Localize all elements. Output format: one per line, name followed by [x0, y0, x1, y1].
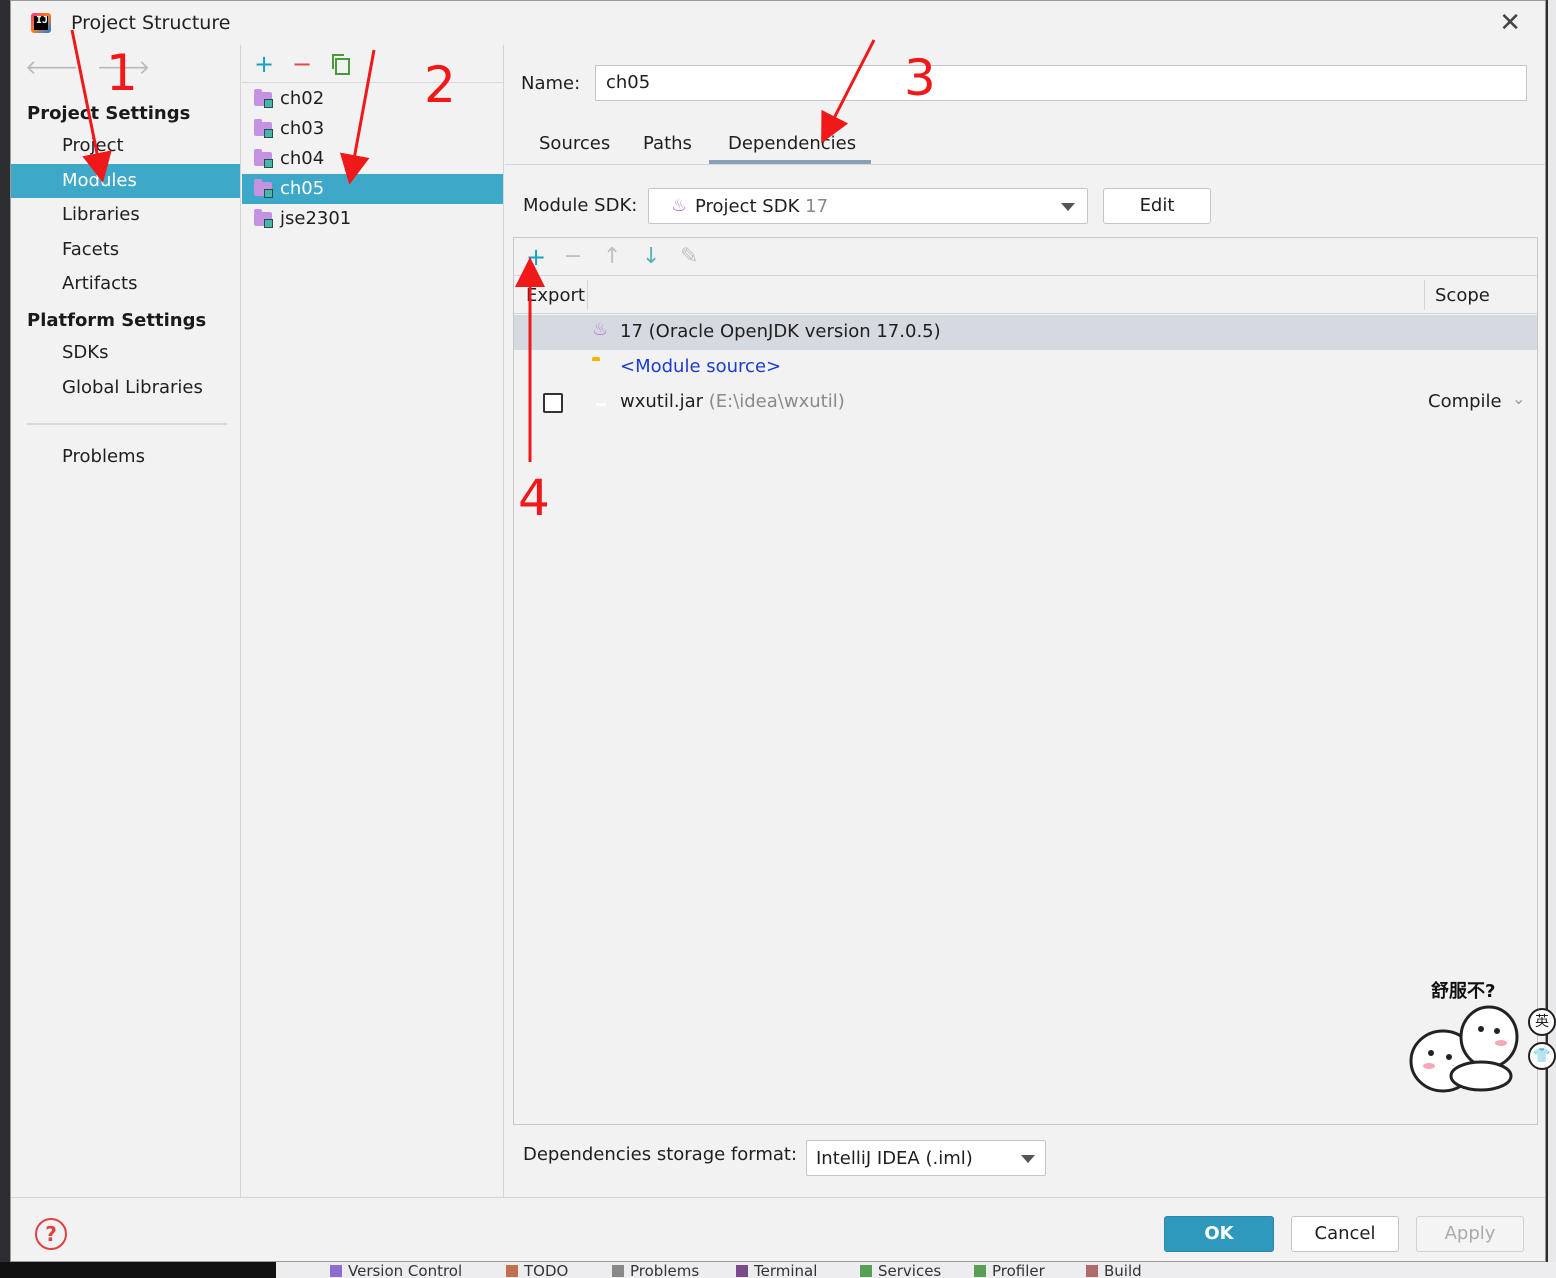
dependencies-table: + − ↑ ↓ ✎ Export Scope ♨ 17 (Oracle Open…	[513, 237, 1538, 1125]
nav-item-project[interactable]: Project	[11, 129, 240, 163]
dependency-row-jdk[interactable]: ♨ 17 (Oracle OpenJDK version 17.0.5)	[514, 315, 1537, 350]
module-sdk-dropdown[interactable]: ♨ Project SDK 17	[648, 188, 1088, 224]
dialog-footer: ? OK Cancel Apply	[11, 1197, 1545, 1261]
nav-item-artifacts[interactable]: Artifacts	[11, 267, 240, 301]
export-checkbox[interactable]	[543, 393, 563, 413]
active-tab-indicator	[709, 160, 871, 164]
module-folder-icon	[254, 209, 273, 228]
copy-module-icon[interactable]	[330, 52, 352, 81]
module-item-jse2301[interactable]: jse2301	[242, 204, 503, 234]
annotation-1: 1	[106, 44, 138, 102]
nav-history: 🡐 🡒	[25, 55, 168, 79]
nav-item-libraries[interactable]: Libraries	[11, 198, 240, 232]
toolwindow-services[interactable]: Services	[860, 1262, 941, 1278]
nav-item-sdks[interactable]: SDKs	[11, 336, 240, 370]
nav-item-problems[interactable]: Problems	[11, 440, 240, 474]
chevron-down-icon	[1061, 203, 1075, 211]
scope-column-header[interactable]: Scope	[1435, 285, 1490, 306]
back-arrow-icon[interactable]: 🡐	[25, 55, 79, 79]
tab-dependencies[interactable]: Dependencies	[728, 133, 856, 154]
nav-divider	[27, 423, 227, 425]
apply-button[interactable]: Apply	[1416, 1216, 1524, 1252]
sticker-image: 舒服不?	[1401, 971, 1551, 1101]
nav-item-facets[interactable]: Facets	[11, 233, 240, 267]
scope-dropdown[interactable]: Compile	[1428, 391, 1502, 412]
ok-button[interactable]: OK	[1164, 1216, 1274, 1252]
nav-item-global-libraries[interactable]: Global Libraries	[11, 371, 240, 405]
chevron-down-icon[interactable]: ⌄	[1512, 389, 1525, 408]
module-folder-icon	[254, 119, 273, 138]
edit-sdk-button[interactable]: Edit	[1103, 188, 1211, 224]
cancel-button[interactable]: Cancel	[1291, 1216, 1399, 1252]
java-cup-icon: ♨	[671, 195, 688, 216]
module-item-ch03[interactable]: ch03	[242, 114, 503, 144]
title-bar: IJ Project Structure ✕	[11, 1, 1545, 45]
annotation-2: 2	[424, 56, 456, 114]
move-down-icon[interactable]: ↓	[642, 244, 660, 270]
module-folder-icon	[254, 89, 273, 108]
tab-paths[interactable]: Paths	[643, 133, 692, 154]
module-item-ch05[interactable]: ch05	[242, 174, 503, 204]
toolwindow-profiler[interactable]: Profiler	[974, 1262, 1045, 1278]
tab-sources[interactable]: Sources	[539, 133, 610, 154]
ide-toolwindow-bar: Version Control TODO Problems Terminal S…	[276, 1262, 1556, 1278]
module-folder-icon	[254, 149, 273, 168]
project-settings-heading: Project Settings	[27, 103, 191, 124]
add-dependency-icon[interactable]: +	[526, 244, 546, 270]
toolwindow-problems[interactable]: Problems	[612, 1262, 699, 1278]
remove-dependency-icon[interactable]: −	[564, 244, 582, 270]
toolwindow-terminal[interactable]: Terminal	[736, 1262, 817, 1278]
dependencies-header: Export Scope	[514, 276, 1537, 314]
storage-format-dropdown[interactable]: IntelliJ IDEA (.iml)	[806, 1140, 1046, 1176]
dependencies-toolbar: + − ↑ ↓ ✎	[514, 238, 1537, 276]
module-sdk-version: 17	[805, 196, 829, 217]
storage-format-label: Dependencies storage format:	[523, 1144, 798, 1165]
export-column-header[interactable]: Export	[526, 285, 585, 306]
module-folder-icon	[254, 179, 273, 198]
platform-settings-heading: Platform Settings	[27, 310, 207, 331]
toolwindow-todo[interactable]: TODO	[506, 1262, 568, 1278]
annotation-4: 4	[518, 469, 550, 527]
toolwindow-version-control[interactable]: Version Control	[330, 1262, 462, 1278]
module-tabs: Sources Paths Dependencies	[505, 127, 1545, 165]
ide-left-strip	[0, 0, 10, 1278]
window-title: Project Structure	[71, 12, 231, 34]
project-structure-dialog: IJ Project Structure ✕ 🡐 🡒 Project Settin…	[10, 0, 1546, 1262]
remove-module-icon[interactable]: −	[292, 51, 312, 77]
toolwindow-build[interactable]: Build	[1086, 1262, 1142, 1278]
module-sdk-label: Module SDK:	[523, 195, 638, 216]
annotation-3: 3	[904, 49, 936, 107]
help-icon[interactable]: ?	[35, 1218, 67, 1250]
dependency-row-module-source[interactable]: <Module source>	[514, 350, 1537, 385]
module-sdk-value: Project SDK	[695, 196, 800, 217]
module-toolbar: + −	[242, 45, 503, 83]
jar-path: (E:\idea\wxutil)	[708, 391, 845, 412]
module-name-input[interactable]: ch05	[595, 65, 1527, 101]
jar-name: wxutil.jar	[620, 391, 703, 412]
module-item-ch02[interactable]: ch02	[242, 84, 503, 114]
module-list-panel: + − ch02 ch03 ch04 ch05 jse2301	[242, 45, 504, 1197]
ide-bottom-dark	[0, 1262, 276, 1278]
intellij-logo-icon: IJ	[31, 13, 51, 33]
settings-nav: 🡐 🡒 Project Settings Project Modules Libr…	[11, 45, 241, 1197]
sticker-drawing	[1409, 1005, 1519, 1093]
name-label: Name:	[521, 73, 581, 94]
move-up-icon[interactable]: ↑	[603, 244, 621, 270]
edit-pencil-icon[interactable]: ✎	[680, 244, 698, 270]
chevron-down-icon	[1021, 1155, 1035, 1163]
java-cup-icon: ♨	[592, 319, 609, 340]
module-detail-panel: Name: ch05 Sources Paths Dependencies Mo…	[505, 45, 1545, 1197]
dependency-row-wxutil[interactable]: wxutil.jar (E:\idea\wxutil) Compile ⌄	[514, 385, 1537, 420]
ime-shirt-icon[interactable]: 👕	[1528, 1042, 1556, 1070]
ime-english-badge[interactable]: 英	[1528, 1008, 1556, 1036]
module-item-ch04[interactable]: ch04	[242, 144, 503, 174]
nav-item-modules[interactable]: Modules	[11, 164, 240, 198]
close-icon[interactable]: ✕	[1499, 9, 1521, 37]
add-module-icon[interactable]: +	[254, 51, 274, 77]
